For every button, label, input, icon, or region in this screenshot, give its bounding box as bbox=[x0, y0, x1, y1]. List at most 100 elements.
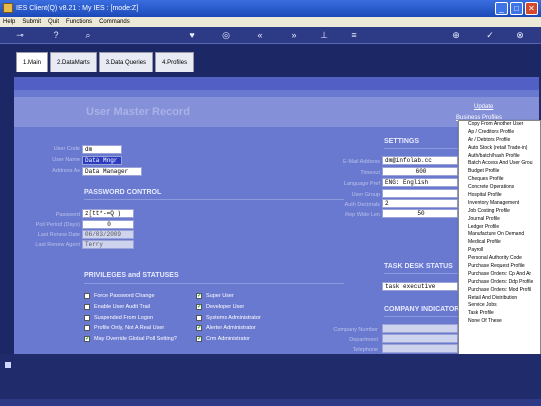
checkbox-label: Force Password Change bbox=[94, 293, 155, 299]
password-field[interactable]: z[tt*-=Q ) bbox=[82, 209, 134, 218]
checkbox-box[interactable] bbox=[84, 325, 90, 331]
menu-item[interactable]: Copy From Another User bbox=[459, 121, 540, 129]
page-title: User Master Record bbox=[86, 106, 190, 118]
tab-main[interactable]: 1.Main bbox=[16, 52, 49, 72]
company-indicator-heading: COMPANY INDICATOR bbox=[384, 306, 460, 313]
check-icon[interactable]: ✓ bbox=[84, 336, 90, 342]
menu-commands[interactable]: Commands bbox=[99, 17, 130, 27]
systems-admin-checkbox[interactable]: Systems Administrator bbox=[196, 315, 261, 321]
minimize-button[interactable]: _ bbox=[495, 2, 508, 15]
crm-admin-checkbox[interactable]: ✓ Crm Administrator bbox=[196, 336, 250, 342]
menu-item[interactable]: Concrete Operations bbox=[459, 184, 540, 192]
telephone-field bbox=[382, 344, 458, 353]
menu-submit[interactable]: Submit bbox=[22, 17, 41, 27]
close-button[interactable]: ✕ bbox=[525, 2, 538, 15]
maximize-button[interactable]: □ bbox=[510, 2, 523, 15]
menu-item[interactable]: Personal Authority Code bbox=[459, 255, 540, 263]
menu-item[interactable]: Purchase Orders: Mod Profil bbox=[459, 287, 540, 295]
pin-icon[interactable]: ⊥ bbox=[318, 30, 330, 41]
list-icon[interactable]: ≡ bbox=[348, 30, 360, 41]
update-link[interactable]: Update bbox=[474, 104, 493, 110]
alerter-admin-checkbox[interactable]: ✓ Alerter Administrator bbox=[196, 325, 256, 331]
company-number-field bbox=[382, 324, 458, 333]
menu-item[interactable]: Purchase Orders: Cp And Ar bbox=[459, 271, 540, 279]
rep-width-label: Rep Wide Len bbox=[345, 212, 380, 218]
menu-item[interactable]: Budget Profile bbox=[459, 168, 540, 176]
menu-item[interactable]: Medical Profile bbox=[459, 239, 540, 247]
app-icon bbox=[3, 3, 13, 13]
tab-data-queries[interactable]: 3.Data Queries bbox=[98, 52, 154, 72]
checkbox-label: Alerter Administrator bbox=[206, 325, 256, 331]
menu-item[interactable]: Task Profile bbox=[459, 310, 540, 318]
menu-item[interactable]: Hospital Profile bbox=[459, 192, 540, 200]
rep-width-field[interactable]: 50 bbox=[382, 209, 458, 218]
force-password-change-checkbox[interactable]: Force Password Change bbox=[84, 293, 155, 299]
checkbox-label: Systems Administrator bbox=[206, 315, 261, 321]
task-desk-field[interactable]: task executive bbox=[382, 282, 458, 291]
address-as-field[interactable]: Data Manager bbox=[82, 167, 142, 176]
last-record-icon[interactable]: » bbox=[288, 30, 300, 41]
profile-only-checkbox[interactable]: Profile Only, Not A Real User bbox=[84, 325, 164, 331]
menu-item[interactable]: Purchase Orders: Ddp Profile bbox=[459, 279, 540, 287]
menu-item[interactable]: Ap / Creditors Profile bbox=[459, 129, 540, 137]
menu-item[interactable]: Retail And Distribution bbox=[459, 295, 540, 303]
menu-functions[interactable]: Functions bbox=[66, 17, 92, 27]
menu-quit[interactable]: Quit bbox=[48, 17, 59, 27]
check-icon[interactable]: ✓ bbox=[196, 293, 202, 299]
suspended-from-logon-checkbox[interactable]: Suspended From Logon bbox=[84, 315, 153, 321]
menu-bar: Help Submit Quit Functions Commands bbox=[0, 17, 541, 27]
key-icon[interactable]: ⊸ bbox=[10, 30, 30, 41]
email-field[interactable]: dm@infolab.cc bbox=[382, 156, 458, 165]
first-record-icon[interactable]: « bbox=[254, 30, 266, 41]
menu-item[interactable]: Journal Profile bbox=[459, 216, 540, 224]
check-icon[interactable]: ✓ bbox=[196, 304, 202, 310]
enable-audit-trail-checkbox[interactable]: Enable User Audit Trail bbox=[84, 304, 150, 310]
divider bbox=[384, 316, 458, 317]
menu-item[interactable]: Cheques Profile bbox=[459, 176, 540, 184]
user-group-field[interactable] bbox=[382, 189, 458, 198]
check-icon[interactable]: ✓ bbox=[196, 336, 202, 342]
menu-item[interactable]: Job Costing Profile bbox=[459, 208, 540, 216]
poll-period-field[interactable]: 0 bbox=[82, 220, 134, 229]
menu-item[interactable]: Auth/batch/hash Profile bbox=[459, 153, 540, 161]
user-code-field[interactable]: dm bbox=[82, 145, 122, 154]
menu-item[interactable]: Batch Access And User Grou bbox=[459, 160, 540, 168]
target-icon[interactable]: ◎ bbox=[220, 30, 232, 41]
tab-profiles[interactable]: 4.Profiles bbox=[155, 52, 195, 72]
checkbox-label: Super User bbox=[206, 293, 234, 299]
user-name-field[interactable]: Data Mngr bbox=[82, 156, 122, 165]
delete-icon[interactable]: ⊗ bbox=[514, 30, 526, 41]
search-icon[interactable]: ⌕ bbox=[82, 30, 94, 41]
tab-datamarts[interactable]: 2.DataMarts bbox=[50, 52, 97, 72]
company-number-label: Company Number bbox=[333, 327, 378, 333]
heart-icon[interactable]: ♥ bbox=[186, 30, 198, 41]
menu-item[interactable]: Inventory Management bbox=[459, 200, 540, 208]
checkbox-box[interactable] bbox=[84, 315, 90, 321]
check-icon[interactable]: ✓ bbox=[196, 325, 202, 331]
menu-item[interactable]: Service Jobs bbox=[459, 302, 540, 310]
developer-user-checkbox[interactable]: ✓ Developer User bbox=[196, 304, 244, 310]
timeout-field[interactable]: 600 bbox=[382, 167, 458, 176]
checkbox-box[interactable] bbox=[84, 293, 90, 299]
help-icon[interactable]: ? bbox=[50, 30, 62, 41]
menu-item[interactable]: Ar / Debtors Profile bbox=[459, 137, 540, 145]
menu-item[interactable]: Purchase Request Profile bbox=[459, 263, 540, 271]
menu-item[interactable]: Manufacture On Demand bbox=[459, 231, 540, 239]
plus-icon[interactable]: ⊕ bbox=[450, 30, 462, 41]
super-user-checkbox[interactable]: ✓ Super User bbox=[196, 293, 234, 299]
auth-decimals-field[interactable]: 2 bbox=[382, 199, 458, 208]
checkbox-box[interactable] bbox=[84, 304, 90, 310]
menu-item[interactable]: Auto Stock (retail Trade-in) bbox=[459, 145, 540, 153]
header-band bbox=[14, 77, 539, 90]
timeout-label: Timeout bbox=[360, 170, 380, 176]
menu-item[interactable]: Ledger Profile bbox=[459, 224, 540, 232]
menu-item[interactable]: Payroll bbox=[459, 247, 540, 255]
check-icon[interactable]: ✓ bbox=[484, 30, 496, 41]
language-field[interactable]: ENG: English bbox=[382, 178, 458, 187]
menu-item[interactable]: None Of These bbox=[459, 318, 540, 326]
page-icon[interactable] bbox=[5, 362, 11, 368]
tab-bar: 1.Main 2.DataMarts 3.Data Queries 4.Prof… bbox=[16, 52, 196, 72]
menu-help[interactable]: Help bbox=[3, 17, 15, 27]
override-poll-checkbox[interactable]: ✓ May Override Global Poll Setting? bbox=[84, 336, 177, 342]
checkbox-box[interactable] bbox=[196, 315, 202, 321]
